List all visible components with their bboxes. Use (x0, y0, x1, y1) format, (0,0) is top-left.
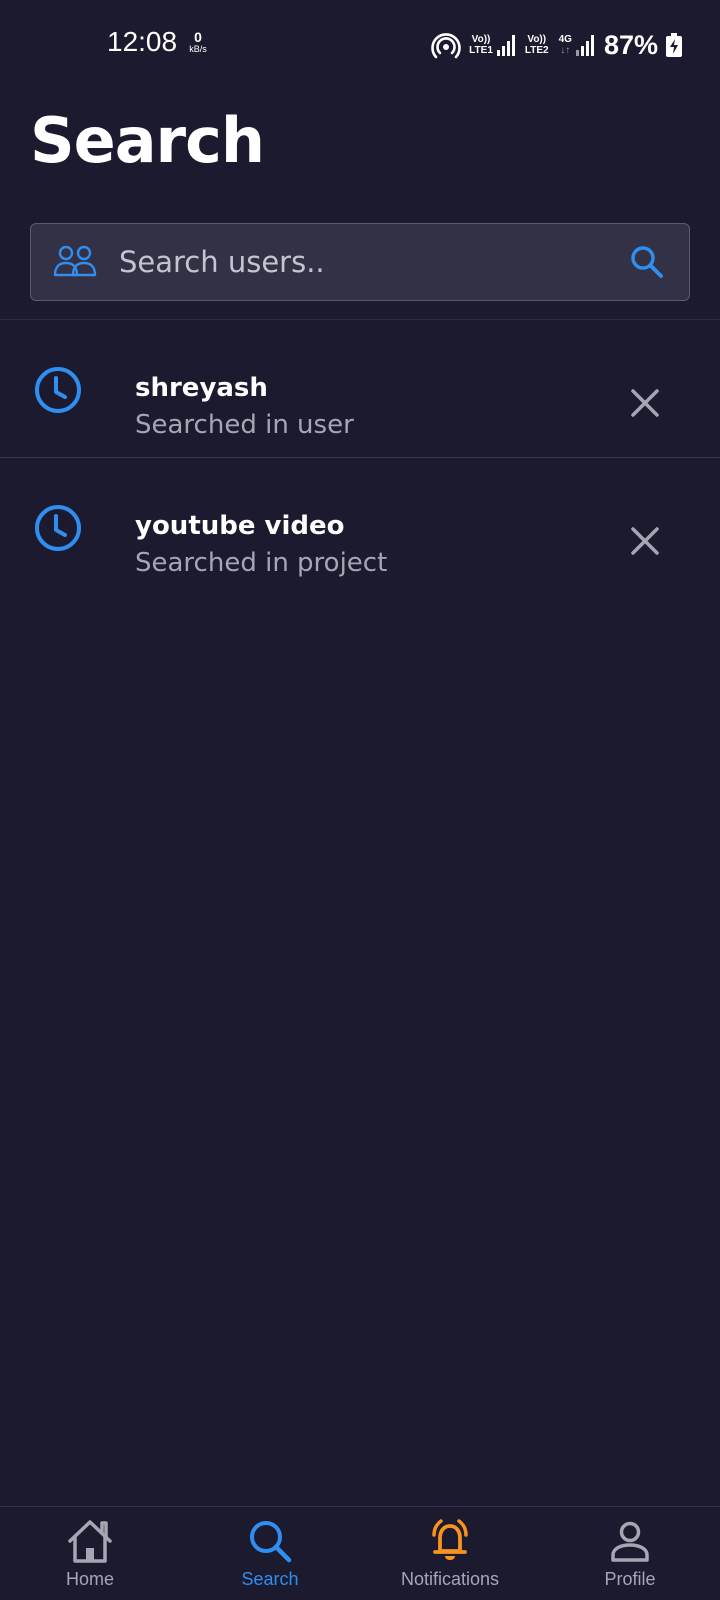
history-text: youtube video Searched in project (135, 508, 387, 582)
nav-profile-label: Profile (604, 1569, 656, 1589)
sim2-indicator: Vo)) LTE2 4G ↓↑ (525, 34, 596, 56)
search-screen: 12:08 0 kB/s Vo)) LTE1 Vo)) LTE2 4G ↓↑ 8… (0, 0, 720, 1600)
history-subtitle: Searched in user (135, 410, 354, 440)
signal-bars-icon (496, 35, 515, 56)
history-item[interactable]: shreyash Searched in user (0, 320, 720, 457)
status-indicators: Vo)) LTE1 Vo)) LTE2 4G ↓↑ 87% (431, 28, 682, 62)
battery-percent: 87% (603, 29, 658, 60)
sim1-volte-label: Vo)) (471, 34, 491, 45)
history-item[interactable]: youtube video Searched in project (0, 457, 720, 594)
data-arrows-icon: ↓↑ (560, 45, 571, 56)
clock-icon (35, 505, 81, 551)
nav-notifications[interactable]: Notifications (360, 1507, 540, 1600)
search-input[interactable] (119, 238, 619, 286)
nav-home-label: Home (65, 1569, 114, 1589)
search-button[interactable] (629, 244, 665, 280)
battery-charging-icon (666, 33, 682, 57)
sim2-volte-label: Vo)) (527, 34, 547, 45)
close-icon (631, 527, 659, 555)
status-time: 12:08 (107, 26, 178, 57)
bottom-navigation: Home Search Notifications Profile (0, 1506, 720, 1600)
search-history-list: shreyash Searched in user youtube video … (0, 320, 720, 594)
bell-ringing-icon (432, 1519, 468, 1560)
nav-search[interactable]: Search (180, 1507, 360, 1600)
sim2-network-label: 4G (558, 34, 572, 45)
history-subtitle: Searched in project (135, 548, 388, 578)
network-speed-unit: kB/s (189, 44, 207, 54)
network-speed-value: 0 (194, 29, 202, 45)
clock-icon (35, 367, 81, 413)
sim2-lte-label: LTE2 (524, 45, 549, 56)
nav-notifications-label: Notifications (400, 1569, 500, 1589)
nav-profile[interactable]: Profile (540, 1507, 720, 1600)
nav-search-label: Search (241, 1569, 299, 1589)
hotspot-icon (431, 33, 461, 59)
search-bar[interactable] (30, 223, 690, 301)
remove-history-button[interactable] (628, 386, 662, 420)
sim1-indicator: Vo)) LTE1 (469, 34, 517, 56)
status-bar: 12:08 0 kB/s Vo)) LTE1 Vo)) LTE2 4G ↓↑ 8… (0, 0, 720, 90)
users-icon (53, 245, 97, 277)
nav-home[interactable]: Home (0, 1507, 180, 1600)
home-icon (68, 1520, 112, 1563)
history-title: shreyash (135, 373, 268, 403)
close-icon (631, 389, 659, 417)
search-icon (631, 246, 663, 278)
signal-bars-icon-2 (575, 35, 594, 56)
sim1-lte-label: LTE1 (469, 45, 493, 56)
search-icon (250, 1521, 292, 1563)
network-speed: 0 kB/s (186, 30, 210, 55)
history-text: shreyash Searched in user (135, 370, 354, 444)
page-title: Search (30, 104, 265, 177)
remove-history-button[interactable] (628, 524, 662, 558)
person-icon (611, 1521, 649, 1562)
history-title: youtube video (135, 511, 345, 541)
